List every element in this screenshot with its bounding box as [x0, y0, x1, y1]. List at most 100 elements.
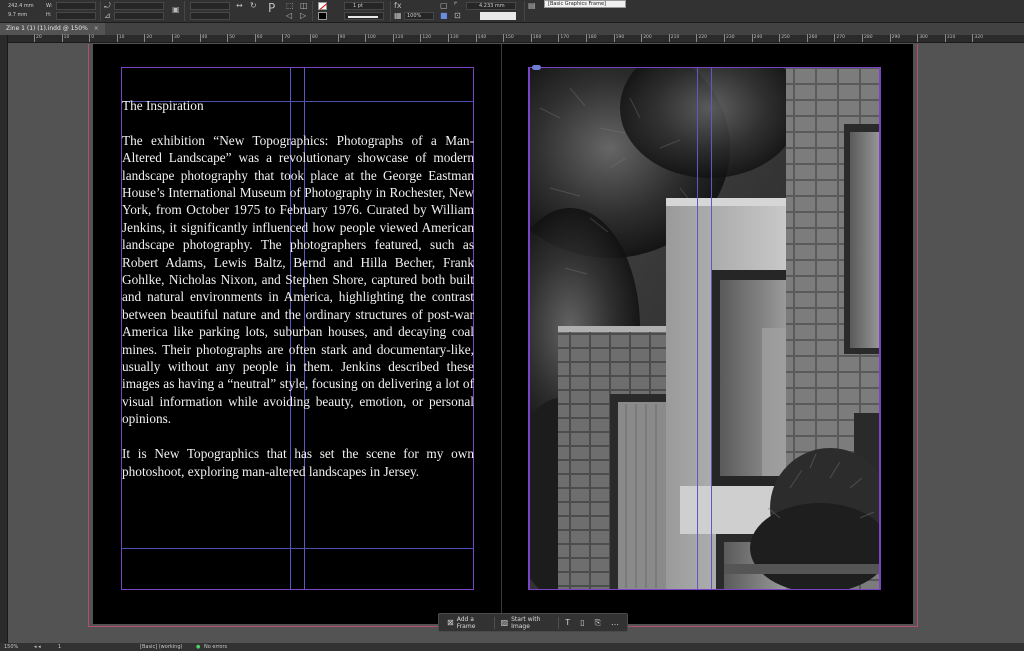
- zoom-level[interactable]: 150%: [4, 644, 18, 650]
- preflight-status[interactable]: No errors: [204, 644, 227, 650]
- height-input[interactable]: [56, 12, 96, 20]
- ruler-label: 90: [339, 35, 346, 40]
- select-content-icon[interactable]: ◫: [300, 1, 308, 10]
- separator: [390, 1, 391, 21]
- rotate-cw-icon[interactable]: ↻: [250, 1, 257, 10]
- object-style-dropdown[interactable]: [Basic Graphics Frame]: [544, 0, 626, 8]
- auto-fit-icon[interactable]: ⊡: [454, 11, 461, 20]
- ruler-tick: [282, 34, 284, 42]
- constrain-icon[interactable]: ▣: [172, 5, 180, 14]
- divider: [558, 616, 560, 629]
- story-paragraph: It is New Topographics that has set the …: [122, 446, 474, 479]
- ruler-label: 30: [174, 35, 180, 40]
- story-paragraph: The exhibition “New Topographics: Photog…: [122, 132, 474, 427]
- ruler-tick: [724, 34, 725, 42]
- ruler-label: 200: [643, 35, 652, 40]
- separator: [184, 1, 185, 21]
- ruler-tick: [89, 34, 91, 42]
- ruler-label: 60: [256, 35, 263, 40]
- opacity-input[interactable]: 100%: [404, 12, 434, 20]
- rotation-input[interactable]: [114, 2, 164, 10]
- stroke-swatch[interactable]: [318, 12, 327, 20]
- add-frame-button[interactable]: ⊠ Add a Frame: [443, 615, 492, 630]
- next-object-icon[interactable]: ▷: [300, 11, 306, 20]
- path-icon[interactable]: P: [268, 2, 275, 14]
- ruler-label: 190: [615, 35, 625, 40]
- frame-icon: ⊠: [447, 618, 454, 627]
- page-button[interactable]: ▯: [576, 615, 588, 630]
- ruler-tick: [806, 34, 808, 42]
- ruler-tick: [779, 34, 781, 42]
- fill-swatch[interactable]: [318, 2, 328, 10]
- shear-input[interactable]: [114, 12, 164, 20]
- preflight-profile[interactable]: [Basic] (working): [140, 644, 182, 650]
- flip-icon[interactable]: ↔: [236, 1, 243, 10]
- ruler-label: 40: [201, 35, 208, 40]
- building-photo: [530, 68, 879, 589]
- ruler-tick: [586, 34, 587, 42]
- horizontal-guide: [121, 548, 474, 549]
- select-container-icon[interactable]: ⬚: [286, 1, 294, 10]
- page-navigation[interactable]: ◂ ◂: [34, 644, 41, 650]
- ruler-tick: [337, 34, 339, 42]
- style-icon[interactable]: ▤: [528, 1, 536, 10]
- type-tool-button[interactable]: T: [561, 615, 574, 630]
- close-tab-icon[interactable]: ×: [94, 25, 99, 32]
- ruler-label: 230: [726, 35, 735, 40]
- ruler-tick: [834, 34, 836, 42]
- previous-object-icon[interactable]: ◁: [286, 11, 292, 20]
- content-grabber-handle[interactable]: [532, 65, 541, 70]
- x-position-field[interactable]: 242.4 mm: [8, 2, 34, 10]
- frame-color-swatch[interactable]: [480, 12, 516, 20]
- column-guide: [697, 67, 698, 590]
- scale-input[interactable]: [190, 12, 230, 20]
- page-number[interactable]: 1: [58, 644, 61, 650]
- vertical-ruler[interactable]: [0, 35, 8, 651]
- stroke-weight-input[interactable]: 1 pt: [344, 2, 384, 10]
- shear-icon[interactable]: ⊿: [104, 11, 111, 20]
- ruler-tick: [227, 34, 229, 42]
- ruler-tick: [751, 34, 753, 42]
- image-frame[interactable]: [529, 67, 880, 590]
- ruler-label: 280: [864, 35, 873, 40]
- ruler-label: 320: [974, 35, 983, 40]
- ruler-tick: [420, 34, 422, 42]
- separator: [524, 1, 525, 21]
- ruler-tick: [668, 34, 670, 42]
- corner-icon[interactable]: ⌜: [454, 1, 458, 10]
- width-input[interactable]: [56, 2, 96, 10]
- corner-size-input[interactable]: 4.233 mm: [466, 2, 516, 10]
- effects-icon[interactable]: fx: [394, 1, 402, 10]
- drop-shadow-icon[interactable]: ▢: [440, 1, 448, 10]
- more-options-button[interactable]: …: [607, 615, 623, 630]
- ruler-tick: [310, 34, 311, 42]
- ruler-tick: [530, 34, 532, 42]
- page-icon: ▯: [580, 618, 585, 627]
- divider: [493, 616, 495, 629]
- ruler-tick: [392, 34, 394, 42]
- opacity-value: 100%: [407, 13, 422, 19]
- control-bar: 242.4 mm 9.7 mm W: H: ⤾ ⊿ ▣ ↔ ↻ P ⬚ ◫ ◁ …: [0, 0, 1024, 23]
- ruler-label: 20: [146, 35, 153, 40]
- ruler-label: 140: [477, 35, 487, 40]
- more-icon: …: [611, 618, 619, 627]
- text-wrap-icon[interactable]: ■: [440, 11, 448, 20]
- separator: [312, 1, 313, 21]
- ruler-label: 210: [670, 35, 680, 40]
- ruler-label: 260: [808, 35, 818, 40]
- place-button[interactable]: ⎘: [591, 615, 605, 630]
- object-style-value: [Basic Graphics Frame]: [548, 1, 606, 7]
- text-frame[interactable]: The Inspiration The exhibition “New Topo…: [122, 97, 474, 497]
- ruler-tick: [972, 34, 974, 42]
- ruler-label: 170: [560, 35, 569, 40]
- stroke-type-dropdown[interactable]: [344, 12, 384, 20]
- start-with-image-button[interactable]: ▨ Start with Image: [497, 615, 557, 630]
- ruler-label: 20: [36, 35, 42, 40]
- ruler-tick: [613, 34, 615, 42]
- ruler-tick: [862, 34, 863, 42]
- ruler-tick: [61, 34, 63, 42]
- reference-point-input[interactable]: [190, 2, 230, 10]
- rotate-icon[interactable]: ⤾: [104, 1, 111, 10]
- y-position-field[interactable]: 9.7 mm: [8, 11, 27, 19]
- horizontal-ruler[interactable]: 20 10 0 10 20 30 40 50 60 70 80 90 100 110 120 130 140 15…: [8, 34, 1024, 43]
